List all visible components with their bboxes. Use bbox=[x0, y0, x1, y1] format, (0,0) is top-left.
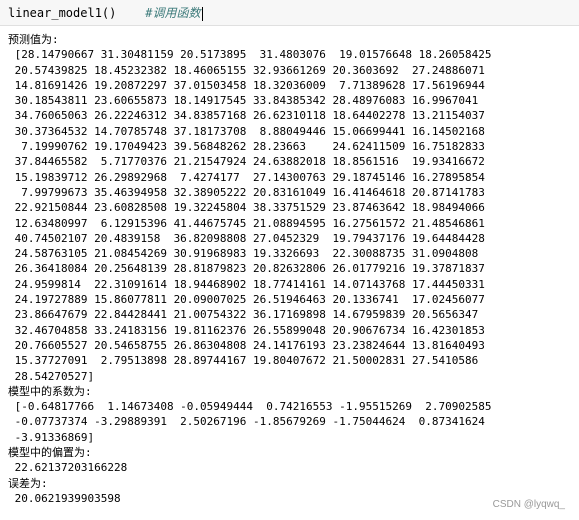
prediction-line: 24.58763105 21.08454269 30.91968983 19.3… bbox=[8, 247, 479, 261]
coefficient-label: 模型中的系数为: bbox=[8, 384, 92, 398]
prediction-line: 34.76065063 26.22246312 34.83857168 26.6… bbox=[8, 109, 485, 123]
coefficient-line: -3.91336869] bbox=[8, 430, 95, 444]
code-input[interactable]: linear_model1() #调用函数 bbox=[8, 4, 203, 22]
error-value: 20.0621939903598 bbox=[8, 491, 121, 505]
coefficient-line: [-0.64817766 1.14673408 -0.05949444 0.74… bbox=[8, 400, 492, 414]
code-comment: #调用函数 bbox=[145, 6, 201, 20]
prediction-line: 22.92150844 23.60828508 19.32245804 38.3… bbox=[8, 201, 485, 215]
prediction-line: 20.76605527 20.54658755 26.86304808 24.1… bbox=[8, 338, 485, 352]
intercept-label: 模型中的偏置为: bbox=[8, 446, 92, 460]
prediction-line: 15.19839712 26.29892968 7.4274177 27.143… bbox=[8, 170, 485, 184]
csdn-watermark: CSDN @lyqwq_ bbox=[492, 499, 565, 510]
prediction-line: 26.36418084 20.25648139 28.81879823 20.8… bbox=[8, 262, 485, 276]
error-label: 误差为: bbox=[8, 476, 48, 490]
coefficient-values: [-0.64817766 1.14673408 -0.05949444 0.74… bbox=[8, 399, 573, 445]
prediction-label: 预测值为: bbox=[8, 33, 59, 46]
code-text: linear_model1() bbox=[8, 6, 117, 20]
prediction-line: 23.86647679 22.84428441 21.00754322 36.1… bbox=[8, 308, 479, 322]
prediction-line: 12.63480997 6.12915396 41.44675745 21.08… bbox=[8, 216, 485, 230]
prediction-line: 14.81691426 19.20872297 37.01503458 18.3… bbox=[8, 78, 485, 92]
prediction-line: 30.37364532 14.70785748 37.18173708 8.88… bbox=[8, 124, 485, 138]
text-caret bbox=[201, 6, 203, 21]
cell-output: 预测值为: [28.14790667 31.30481159 20.517389… bbox=[8, 32, 573, 506]
prediction-line: 15.37727091 2.79513898 28.89744167 19.80… bbox=[8, 354, 479, 368]
prediction-line: 7.99799673 35.46394958 32.38905222 20.83… bbox=[8, 185, 485, 199]
prediction-line: 40.74502107 20.4839158 36.82098808 27.04… bbox=[8, 231, 485, 245]
prediction-line: 32.46704858 33.24183156 19.81162376 26.5… bbox=[8, 323, 485, 337]
prediction-line: 28.54270527] bbox=[8, 369, 95, 383]
prediction-line: 30.18543811 23.60655873 18.14917545 33.8… bbox=[8, 94, 479, 108]
prediction-line: 37.84465582 5.71770376 21.21547924 24.63… bbox=[8, 155, 485, 169]
prediction-values: [28.14790667 31.30481159 20.5173895 31.4… bbox=[8, 47, 573, 384]
prediction-line: 24.9599814 22.31091614 18.94468902 18.77… bbox=[8, 277, 485, 291]
prediction-line: 20.57439825 18.45232382 18.46065155 32.9… bbox=[8, 63, 485, 77]
coefficient-line: -0.07737374 -3.29889391 2.50267196 -1.85… bbox=[8, 415, 485, 429]
prediction-line: 7.19990762 19.17049423 39.56848262 28.23… bbox=[8, 140, 485, 154]
code-cell[interactable]: linear_model1() #调用函数 bbox=[0, 0, 579, 26]
prediction-line: [28.14790667 31.30481159 20.5173895 31.4… bbox=[8, 48, 492, 62]
prediction-line: 24.19727889 15.86077811 20.09007025 26.5… bbox=[8, 293, 485, 307]
intercept-value: 22.62137203166228 bbox=[8, 461, 128, 475]
